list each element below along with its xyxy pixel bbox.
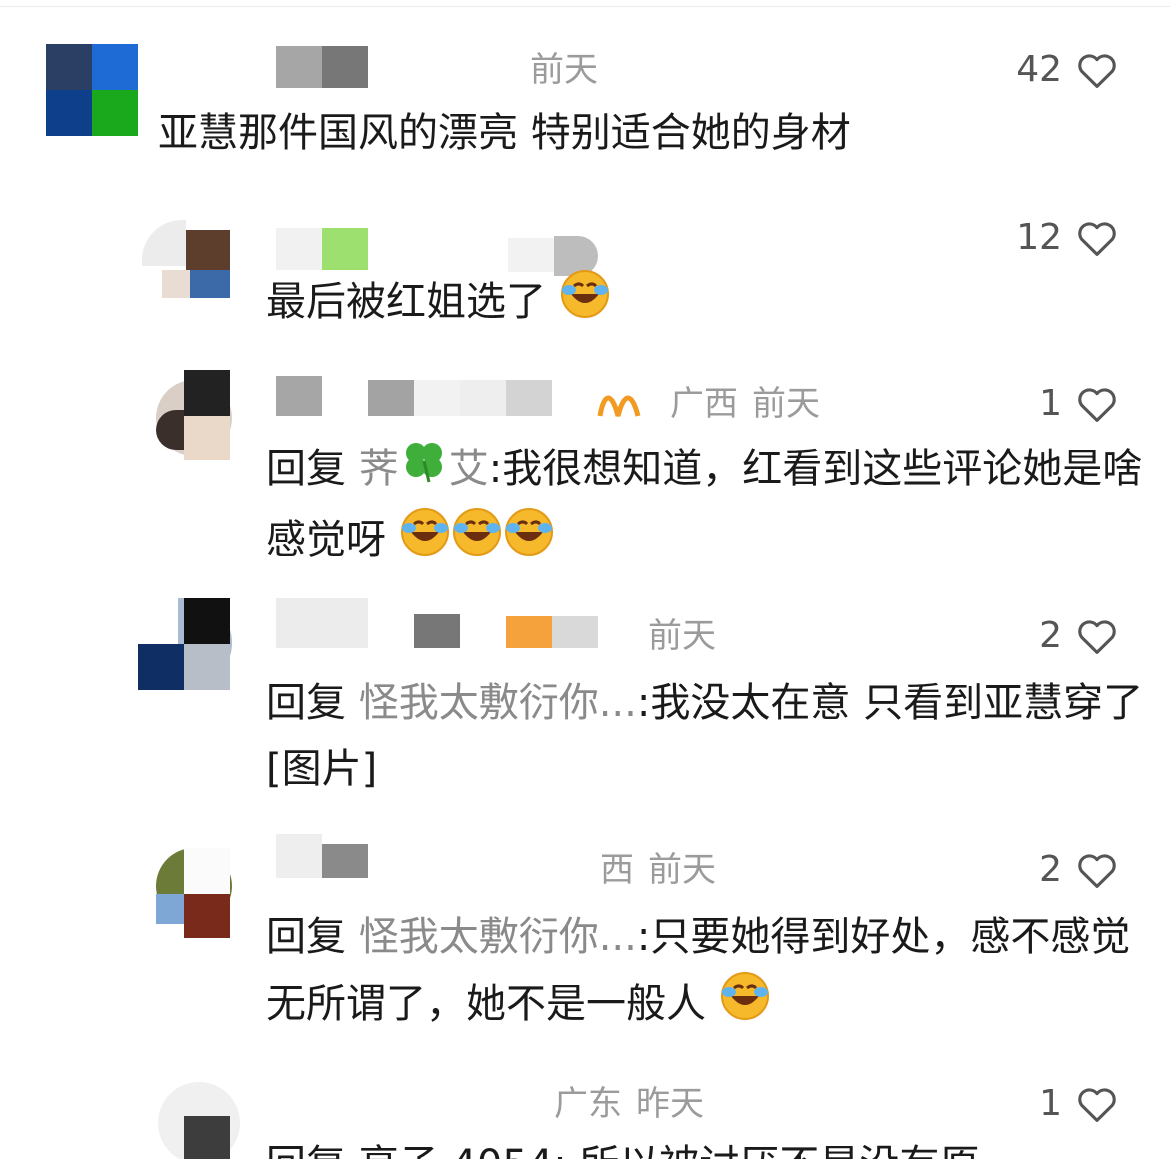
comment-text: 最后被红姐选了 bbox=[266, 268, 1146, 340]
like-button[interactable]: 1 bbox=[1039, 1082, 1118, 1126]
like-count: 42 bbox=[1016, 49, 1062, 90]
like-count: 1 bbox=[1039, 1083, 1062, 1124]
heart-outline-icon bbox=[1078, 54, 1116, 88]
comment-item: 12 最后被红姐选了 bbox=[0, 180, 1170, 350]
comment-meta: 广西 前天 bbox=[670, 384, 834, 424]
comment-time: 前天 bbox=[530, 50, 598, 90]
comment-text: 回复 荠艾:我很想知道，红看到这些评论她是啥感觉呀 bbox=[266, 436, 1146, 578]
comment-body: 最后被红姐选了 bbox=[266, 279, 546, 325]
heart-outline-icon bbox=[1078, 854, 1116, 888]
avatar[interactable] bbox=[138, 598, 234, 690]
like-button[interactable]: 2 bbox=[1039, 848, 1118, 892]
heart-outline-icon bbox=[1078, 1088, 1116, 1122]
comment-meta: 广东 昨天 bbox=[554, 1084, 718, 1124]
rolling-laugh-emoji bbox=[503, 506, 555, 578]
comment-item: 广东昨天 1 回复 亮子 4054: 所以被讨厌不是没有原 bbox=[0, 1070, 1170, 1159]
reply-to-user[interactable]: 怪我太敷衍你... bbox=[359, 914, 637, 960]
reply-label: 回复 bbox=[266, 446, 346, 492]
heart-outline-icon bbox=[1078, 222, 1116, 256]
avatar[interactable] bbox=[156, 370, 232, 460]
comment-time: 前天 bbox=[648, 850, 716, 890]
comment-location: 广东 bbox=[554, 1084, 622, 1124]
like-count: 2 bbox=[1039, 615, 1062, 656]
comment-time: 前天 bbox=[648, 616, 716, 656]
brand-badge-icon bbox=[597, 395, 641, 417]
rolling-laugh-emoji bbox=[399, 506, 451, 578]
comment-item: 广西 前天 1 回复 荠艾:我很想知道，红看到这些评论她是啥感觉呀 bbox=[0, 350, 1170, 590]
avatar[interactable] bbox=[158, 1082, 240, 1159]
like-count: 12 bbox=[1016, 217, 1062, 258]
like-button[interactable]: 42 bbox=[1016, 48, 1118, 92]
like-button[interactable]: 12 bbox=[1016, 216, 1118, 260]
comment-body: 回复 亮子 4054: 所以被讨厌不是没有原 bbox=[266, 1142, 979, 1159]
comment-meta: 西前天 bbox=[600, 850, 730, 890]
comment-meta: 前天 bbox=[530, 50, 612, 90]
rolling-laugh-emoji bbox=[451, 506, 503, 578]
heart-outline-icon bbox=[1078, 388, 1116, 422]
comment-time: 昨天 bbox=[636, 1084, 704, 1124]
reply-to-name: 荠 bbox=[358, 446, 399, 492]
username-redacted[interactable] bbox=[276, 46, 368, 88]
reply-label: 回复 bbox=[266, 914, 346, 960]
like-button[interactable]: 2 bbox=[1039, 614, 1118, 658]
comment-text: 回复 怪我太敷衍你...:只要她得到好处，感不感觉无所谓了，她不是一般人 bbox=[266, 904, 1146, 1042]
rolling-laugh-emoji bbox=[559, 268, 611, 340]
heart-outline-icon bbox=[1078, 620, 1116, 654]
rolling-laugh-emoji bbox=[719, 970, 771, 1042]
avatar[interactable] bbox=[156, 848, 232, 938]
comment-text: 回复 亮子 4054: 所以被讨厌不是没有原 bbox=[266, 1132, 1146, 1159]
comment-location: 广西 bbox=[670, 384, 738, 424]
comment-body: 亚慧那件国风的漂亮 特别适合她的身材 bbox=[158, 110, 851, 156]
comment-item: 前天 42 亚慧那件国风的漂亮 特别适合她的身材 bbox=[0, 0, 1170, 180]
like-button[interactable]: 1 bbox=[1039, 382, 1118, 426]
comment-item: 前天 2 回复 怪我太敷衍你...:我没太在意 只看到亚慧穿了[图片] bbox=[0, 590, 1170, 830]
comment-meta: 前天 bbox=[648, 616, 730, 656]
reply-label: 回复 bbox=[266, 680, 346, 726]
username-redacted[interactable] bbox=[276, 834, 368, 878]
reply-to-user[interactable]: 荠艾 bbox=[358, 443, 489, 492]
avatar[interactable] bbox=[46, 44, 138, 136]
username-redacted[interactable] bbox=[276, 598, 598, 648]
comment-item: 西前天 2 回复 怪我太敷衍你...:只要她得到好处，感不感觉无所谓了，她不是一… bbox=[0, 830, 1170, 1070]
username-redacted[interactable] bbox=[276, 376, 666, 424]
four-leaf-clover-icon bbox=[399, 436, 449, 506]
comment-text: 回复 怪我太敷衍你...:我没太在意 只看到亚慧穿了[图片] bbox=[266, 670, 1146, 802]
avatar[interactable] bbox=[142, 220, 234, 300]
reply-to-name-tail: 艾 bbox=[448, 446, 489, 492]
comment-location: 西 bbox=[600, 850, 634, 890]
like-count: 2 bbox=[1039, 849, 1062, 890]
reply-to-user[interactable]: 怪我太敷衍你... bbox=[359, 680, 637, 726]
comment-time: 前天 bbox=[752, 384, 820, 424]
comment-text: 亚慧那件国风的漂亮 特别适合她的身材 bbox=[158, 100, 1118, 166]
like-count: 1 bbox=[1039, 383, 1062, 424]
